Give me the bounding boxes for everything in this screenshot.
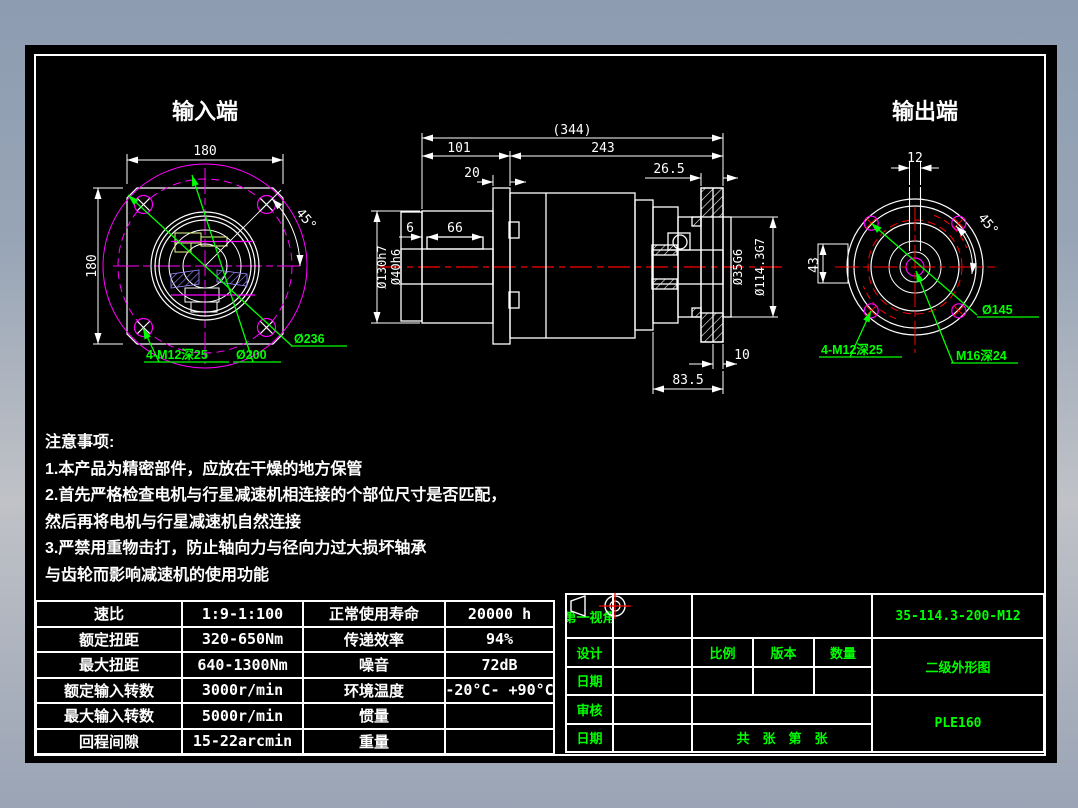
dim-rear: 26.5 bbox=[653, 162, 684, 177]
design-value bbox=[614, 639, 691, 666]
note-line: 3.严禁用重物击打，防止轴向力与径向力过大损坏轴承 bbox=[45, 536, 605, 563]
date-value bbox=[614, 725, 691, 752]
output-label-bolt-circle: Ø145 bbox=[982, 303, 1013, 317]
empty-cell bbox=[693, 595, 871, 637]
dim-offset: 43 bbox=[807, 257, 822, 273]
input-label-bolt-circle: Ø200 bbox=[236, 348, 267, 362]
cad-screenshot: { "drawing": { "input_view": { "title": … bbox=[0, 0, 1078, 808]
spec-label: 额定扭距 bbox=[37, 628, 181, 652]
part-code: 35-114.3-200-M12 bbox=[873, 595, 1043, 637]
notes-block: 注意事项: 1.本产品为精密部件，应放在干燥的地方保管 2.首先严格检查电机与行… bbox=[45, 430, 605, 589]
note-line: 与齿轮而影响减速机的使用功能 bbox=[45, 563, 605, 590]
spec-value: 72dB bbox=[446, 653, 553, 677]
scale-label: 比例 bbox=[693, 639, 752, 666]
drawing-canvas: 输入端 bbox=[25, 45, 1057, 763]
dim-angle: 45° bbox=[974, 211, 1001, 239]
dim-out-flange-thickness: 10 bbox=[734, 348, 750, 363]
side-view-dimensions bbox=[371, 133, 778, 394]
diagonal-45-reference bbox=[205, 190, 281, 266]
scale-value bbox=[693, 668, 752, 695]
spec-value: 5000r/min bbox=[183, 704, 302, 728]
dim-key-offset: 6 bbox=[406, 221, 414, 236]
note-line: 2.首先严格检查电机与行星减速机相连接的个部位尺寸是否匹配， bbox=[45, 483, 605, 510]
spec-value: 3000r/min bbox=[183, 679, 302, 703]
output-view-dimensions bbox=[823, 161, 972, 283]
output-label-center-tap: M16深24 bbox=[956, 348, 1007, 363]
quantity-value bbox=[815, 668, 871, 695]
spec-table: 速比 1:9-1:100 正常使用寿命 20000 h 额定扭距 320-650… bbox=[35, 600, 555, 755]
spec-value: 320-650Nm bbox=[183, 628, 302, 652]
dim-adapter-dia: Ø130h7 bbox=[375, 245, 389, 288]
spec-value: 20000 h bbox=[446, 602, 553, 626]
note-line: 1.本产品为精密部件，应放在干燥的地方保管 bbox=[45, 457, 605, 484]
spec-label: 正常使用寿命 bbox=[304, 602, 444, 626]
date-label: 日期 bbox=[567, 725, 612, 752]
empty-cell bbox=[693, 696, 871, 723]
spec-value: 640-1300Nm bbox=[183, 653, 302, 677]
spec-label: 传递效率 bbox=[304, 628, 444, 652]
output-label-holes: 4-M12深25 bbox=[821, 342, 883, 357]
version-label: 版本 bbox=[754, 639, 813, 666]
dim-flange-thickness: 20 bbox=[464, 166, 480, 181]
spec-label: 环境温度 bbox=[304, 679, 444, 703]
note-line: 然后再将电机与行星减速机自然连接 bbox=[45, 510, 605, 537]
title-block: 第一视角 35-114.3-200-M12 设计 比例 版本 数量 二级外形图 … bbox=[565, 593, 1045, 753]
spec-label: 额定输入转数 bbox=[37, 679, 181, 703]
side-view-body bbox=[401, 188, 731, 344]
spec-value bbox=[446, 704, 553, 728]
projection-symbol bbox=[614, 595, 691, 637]
date-label: 日期 bbox=[567, 668, 612, 695]
spec-label: 重量 bbox=[304, 730, 444, 754]
spec-label: 最大输入转数 bbox=[37, 704, 181, 728]
dim-keyway-width: 12 bbox=[907, 151, 923, 166]
dim-key-length: 66 bbox=[447, 221, 463, 236]
dim-height: 180 bbox=[85, 254, 100, 277]
input-label-holes: 4-M12深25 bbox=[146, 347, 208, 362]
spec-label: 速比 bbox=[37, 602, 181, 626]
date-value bbox=[614, 668, 691, 695]
spec-label: 回程间隙 bbox=[37, 730, 181, 754]
spec-value bbox=[446, 730, 553, 754]
dim-spigot-dia: Ø114.3G7 bbox=[753, 238, 767, 296]
output-view-title: 输出端 bbox=[892, 99, 958, 124]
side-view: (344) 101 243 20 26.5 6 66 10 83.5 Ø130h… bbox=[371, 123, 782, 394]
spec-label: 噪音 bbox=[304, 653, 444, 677]
spec-value: 1:9-1:100 bbox=[183, 602, 302, 626]
dim-output-bore-dia: Ø35G6 bbox=[731, 249, 745, 285]
spec-value: 15-22arcmin bbox=[183, 730, 302, 754]
dim-out-length: 83.5 bbox=[672, 373, 703, 388]
design-label: 设计 bbox=[567, 639, 612, 666]
input-end-view: 180 180 45° bbox=[85, 144, 319, 368]
drawing-title: 二级外形图 bbox=[873, 639, 1043, 694]
check-value bbox=[614, 696, 691, 723]
spec-label: 惯量 bbox=[304, 704, 444, 728]
dim-body: 243 bbox=[591, 141, 614, 156]
quantity-label: 数量 bbox=[815, 639, 871, 666]
first-angle-projection-icon bbox=[614, 595, 641, 619]
input-label-outer: Ø236 bbox=[294, 332, 325, 346]
dim-overall: (344) bbox=[552, 123, 591, 138]
version-value bbox=[754, 668, 813, 695]
dim-angle: 45° bbox=[292, 206, 319, 234]
dim-front: 101 bbox=[447, 141, 470, 156]
spec-label: 最大扭距 bbox=[37, 653, 181, 677]
input-view-title: 输入端 bbox=[172, 99, 238, 124]
check-label: 审核 bbox=[567, 696, 612, 723]
spec-value: -20°C- +90°C bbox=[446, 679, 553, 703]
spec-value: 94% bbox=[446, 628, 553, 652]
notes-title: 注意事项: bbox=[45, 430, 605, 457]
dim-width: 180 bbox=[193, 144, 216, 159]
sheet-info: 共 张 第 张 bbox=[693, 725, 871, 752]
dim-input-shaft-dia: Ø40h6 bbox=[389, 249, 403, 285]
model-number: PLE160 bbox=[873, 696, 1043, 751]
